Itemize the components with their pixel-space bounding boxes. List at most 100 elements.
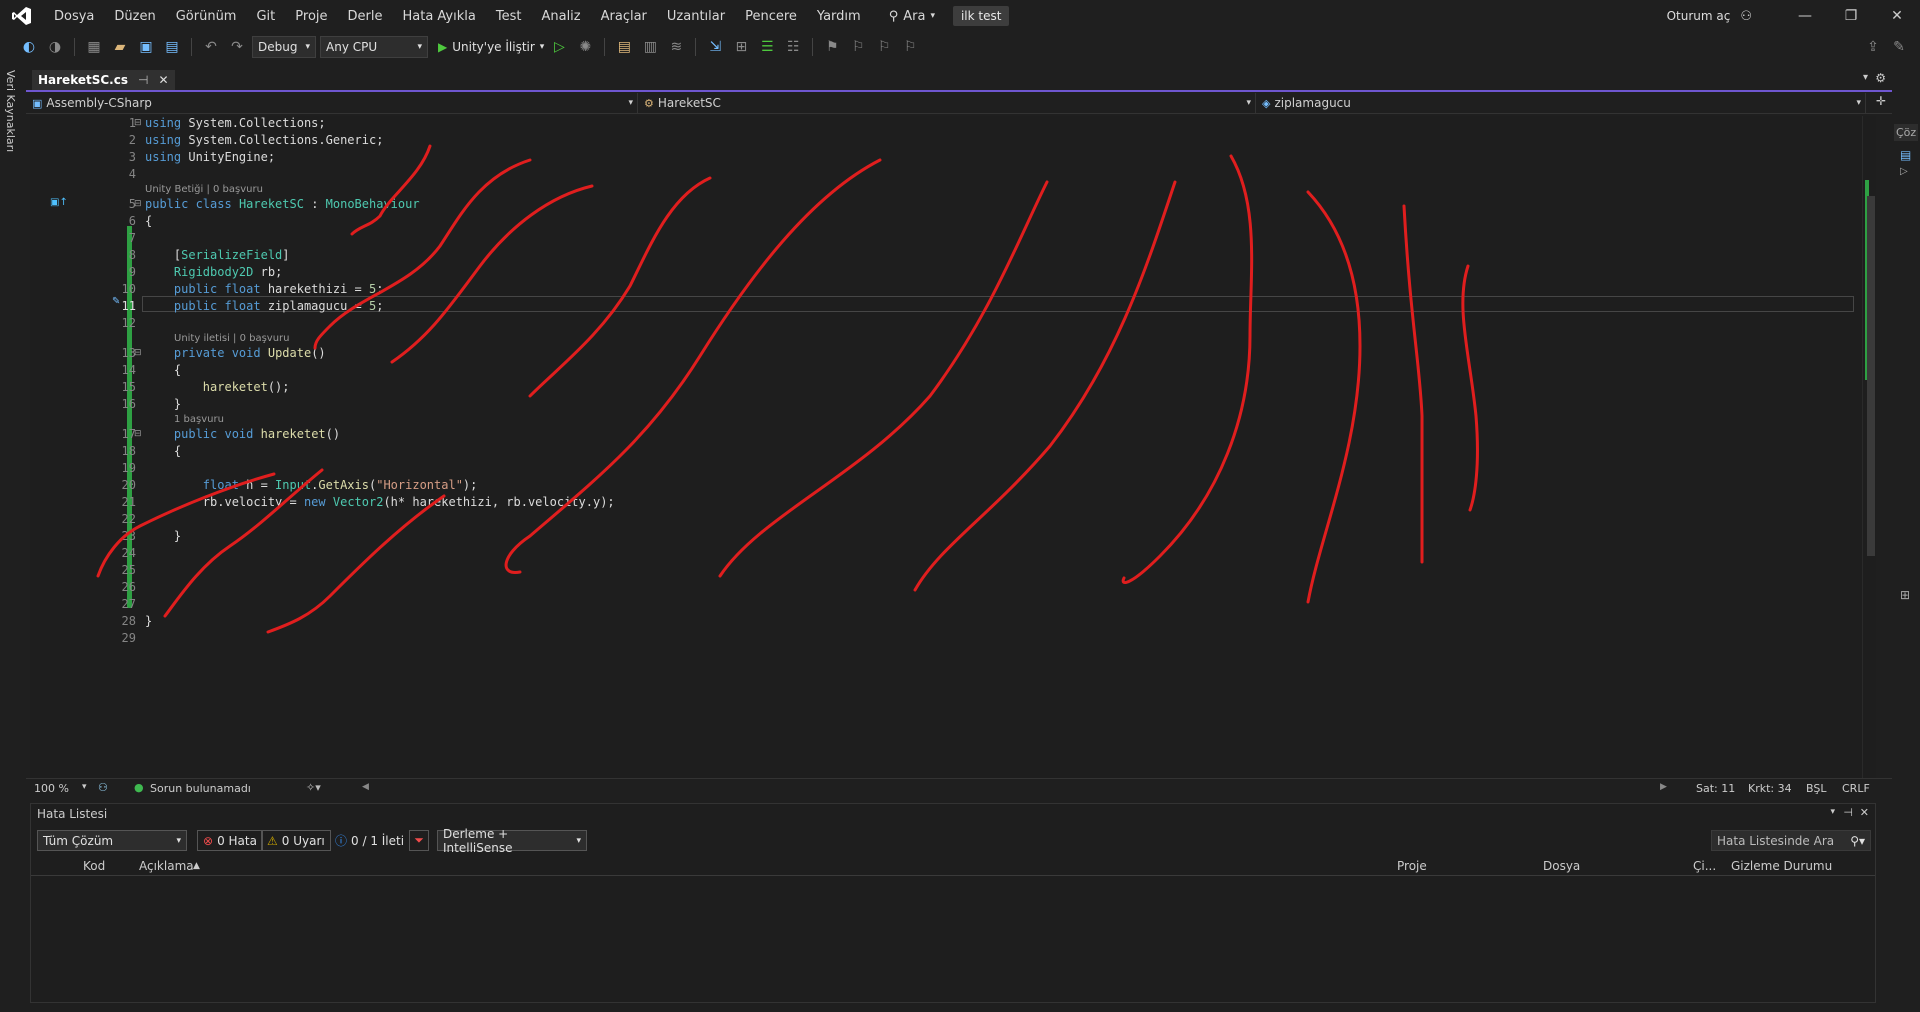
bookmark-next-icon[interactable]: ⚐: [873, 36, 895, 58]
close-icon[interactable]: ✕: [1860, 806, 1869, 819]
codelens-unity-message[interactable]: Unity iletisi | 0 başvuru: [174, 333, 290, 344]
bookmark-icon[interactable]: ⚑: [821, 36, 843, 58]
scroll-left-icon[interactable]: ◀: [362, 782, 369, 792]
column-line[interactable]: Çi...: [1693, 859, 1716, 873]
hot-reload-icon[interactable]: ✺: [574, 36, 596, 58]
member-dropdown[interactable]: ◈ ziplamagucu ▾: [1256, 93, 1866, 113]
warnings-filter-button[interactable]: ⚠ 0 Uyarı: [261, 830, 331, 851]
properties-icon[interactable]: ⊞: [1900, 588, 1910, 602]
vertical-scrollbar[interactable]: [1862, 116, 1876, 778]
save-all-icon[interactable]: ▤: [161, 36, 183, 58]
visual-studio-logo-icon[interactable]: [0, 0, 44, 32]
column-kod[interactable]: Kod: [83, 859, 105, 873]
codelens-references[interactable]: 1 başvuru: [174, 414, 224, 425]
intellicode-icon[interactable]: ⚇: [98, 781, 108, 794]
column-proje[interactable]: Proje: [1397, 859, 1427, 873]
tab-overflow-icon[interactable]: ▾: [1863, 72, 1868, 83]
fold-toggle-icon[interactable]: ⊟: [134, 429, 142, 439]
column-dosya[interactable]: Dosya: [1543, 859, 1580, 873]
project-dropdown[interactable]: ▣ Assembly-CSharp ▾: [26, 93, 638, 113]
solution-explorer-icon[interactable]: ▤: [613, 36, 635, 58]
menu-proje[interactable]: Proje: [285, 9, 337, 24]
scrollbar-thumb[interactable]: [1867, 196, 1875, 556]
menu-git[interactable]: Git: [246, 9, 285, 24]
error-list-search-input[interactable]: Hata Listesinde Ara ⚲▾: [1711, 830, 1871, 851]
format-icon[interactable]: ≋: [665, 36, 687, 58]
scroll-right-icon[interactable]: ▶: [1660, 782, 1667, 792]
codelens-unity-script[interactable]: Unity Betiği | 0 başvuru: [145, 184, 263, 195]
menu-derle[interactable]: Derle: [338, 9, 393, 24]
line-ending[interactable]: CRLF: [1842, 782, 1870, 795]
menu-test[interactable]: Test: [486, 9, 532, 24]
code-line: [SerializeField]: [145, 248, 290, 262]
share-icon[interactable]: ⇪: [1862, 36, 1884, 58]
uncomment-icon[interactable]: ☷: [782, 36, 804, 58]
cleanup-icon[interactable]: ✧▾: [306, 781, 321, 794]
data-sources-tab[interactable]: Veri Kaynakları: [4, 70, 17, 152]
code-line: }: [145, 614, 153, 628]
warnings-count: 0 Uyarı: [281, 833, 325, 848]
pin-icon[interactable]: ⊣: [1843, 806, 1853, 819]
platform-dropdown[interactable]: Any CPU ▾: [320, 36, 428, 58]
solution-explorer-tab[interactable]: Çöz: [1894, 124, 1919, 141]
menu-araclar[interactable]: Araçlar: [591, 9, 657, 24]
start-without-debug-icon[interactable]: ▷: [548, 36, 570, 58]
redo-icon[interactable]: ↷: [226, 36, 248, 58]
fold-toggle-icon[interactable]: ⊟: [134, 199, 142, 209]
comment-icon[interactable]: ☰: [756, 36, 778, 58]
menu-pencere[interactable]: Pencere: [735, 9, 807, 24]
gear-icon[interactable]: ⚙: [1875, 71, 1886, 85]
column-suppression[interactable]: Gizleme Durumu: [1731, 859, 1832, 873]
fold-toggle-icon[interactable]: ⊟: [134, 348, 142, 358]
bookmark-prev-icon[interactable]: ⚐: [847, 36, 869, 58]
menu-analiz[interactable]: Analiz: [531, 9, 590, 24]
panel-icon[interactable]: ▤: [1900, 148, 1911, 162]
configuration-dropdown[interactable]: Debug ▾: [252, 36, 316, 58]
insert-mode[interactable]: BŞL: [1806, 782, 1826, 795]
pin-icon[interactable]: ⊣: [138, 73, 148, 87]
sign-in-link[interactable]: Oturum aç: [1667, 9, 1731, 23]
filter-icon[interactable]: ⏷: [409, 830, 429, 851]
scope-dropdown[interactable]: Tüm Çözüm ▾: [37, 830, 187, 851]
back-icon[interactable]: ◐: [18, 36, 40, 58]
errors-filter-button[interactable]: ⊗ 0 Hata: [197, 830, 263, 851]
zoom-level[interactable]: 100 %: [34, 782, 69, 795]
menu-gorunum[interactable]: Görünüm: [166, 9, 247, 24]
step-icon[interactable]: ⇲: [704, 36, 726, 58]
save-icon[interactable]: ▣: [135, 36, 157, 58]
menu-uzantilar[interactable]: Uzantılar: [657, 9, 735, 24]
bookmark-clear-icon[interactable]: ⚐: [899, 36, 921, 58]
build-filter-dropdown[interactable]: Derleme + IntelliSense ▾: [437, 827, 587, 855]
menu-dosya[interactable]: Dosya: [44, 9, 104, 24]
feedback-icon[interactable]: ✎: [1888, 36, 1910, 58]
chevron-down-icon[interactable]: ▾: [1830, 807, 1835, 817]
menu-hata-ayikla[interactable]: Hata Ayıkla: [392, 9, 485, 24]
line-indicator[interactable]: Sat: 11: [1696, 782, 1735, 795]
open-folder-icon[interactable]: ▰: [109, 36, 131, 58]
search-button[interactable]: ⚲ Ara ▾: [889, 9, 935, 24]
split-icon[interactable]: ✛: [1876, 94, 1886, 108]
issues-status[interactable]: Sorun bulunamadı: [150, 782, 251, 795]
class-dropdown[interactable]: ⚙ HareketSC ▾: [638, 93, 1256, 113]
new-project-icon[interactable]: ▦: [83, 36, 105, 58]
code-editor[interactable]: ▣↑ ✎ 1 2 3 4 5 6 7 8 9 10 11 12 13 14 15…: [30, 116, 1876, 778]
minimize-icon[interactable]: —: [1782, 8, 1828, 24]
account-icon[interactable]: ⚇: [1740, 9, 1752, 24]
fold-toggle-icon[interactable]: ⊟: [134, 118, 142, 128]
close-icon[interactable]: ✕: [1874, 8, 1920, 24]
column-aciklama[interactable]: Açıklama: [139, 859, 194, 873]
menu-yardim[interactable]: Yardım: [807, 9, 871, 24]
attach-unity-button[interactable]: ▶ Unity'ye İliştir ▾: [438, 40, 544, 54]
line-number: 27: [121, 597, 136, 611]
play-small-icon[interactable]: ▷: [1900, 166, 1908, 177]
forward-icon[interactable]: ◑: [44, 36, 66, 58]
tab-hareketsc[interactable]: HareketSC.cs ⊣ ✕: [32, 70, 175, 90]
menu-duzen[interactable]: Düzen: [104, 9, 165, 24]
restore-icon[interactable]: ❐: [1828, 8, 1874, 24]
tasks-icon[interactable]: ⊞: [730, 36, 752, 58]
close-icon[interactable]: ✕: [158, 73, 168, 87]
messages-filter-button[interactable]: ⓘ 0 / 1 İleti: [329, 830, 410, 851]
layout-icon[interactable]: ▥: [639, 36, 661, 58]
column-indicator[interactable]: Krkt: 34: [1748, 782, 1792, 795]
undo-icon[interactable]: ↶: [200, 36, 222, 58]
